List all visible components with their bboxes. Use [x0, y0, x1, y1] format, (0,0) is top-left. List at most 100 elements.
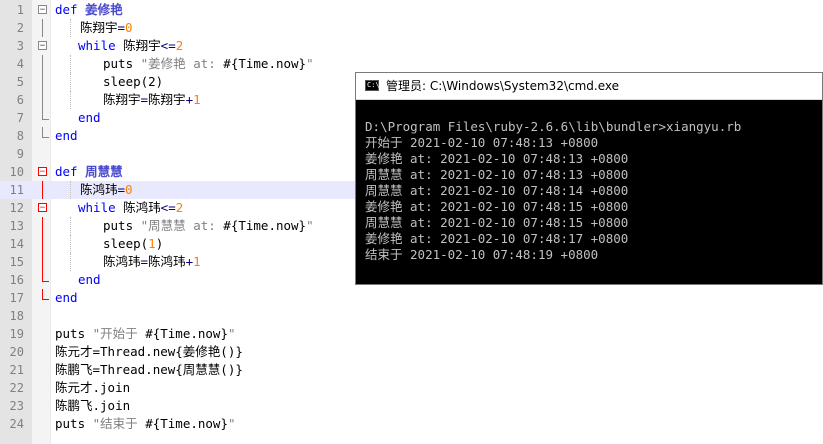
code-token: #{Time.now} [145, 326, 228, 341]
fold-end-marker [42, 109, 49, 120]
fold-end-marker [42, 271, 49, 282]
fold-end-marker [42, 289, 49, 300]
code-line[interactable]: 21 陈鹏飞=Thread.new{周慧慧()} [0, 361, 823, 379]
cmd-output-line: 周慧慧 at: 2021-02-10 07:48:15 +0800 [365, 215, 629, 230]
indent-guide [70, 19, 71, 37]
fold-toggle-icon[interactable]: − [38, 203, 47, 213]
cmd-output-line: 姜修艳 at: 2021-02-10 07:48:17 +0800 [365, 231, 629, 246]
line-number: 6 [16, 93, 24, 107]
fold-guide-line [42, 91, 43, 109]
code-line[interactable]: 22 陈元才.join [0, 379, 823, 397]
code-text: puts "开始于 #{Time.now}" [55, 325, 236, 343]
fold-end-marker [42, 127, 49, 138]
code-token: "周慧慧 at: [140, 218, 224, 233]
code-token: " [228, 326, 236, 341]
fold-guide-line [42, 217, 43, 235]
code-text: 陈鸿玮=陈鸿玮+1 [103, 253, 201, 271]
code-token: " [306, 218, 314, 233]
code-text: 陈鹏飞=Thread.new{周慧慧()} [55, 361, 243, 379]
fold-guide-line [42, 19, 43, 37]
code-line[interactable]: 4 puts "姜修艳 at: #{Time.now}" [0, 55, 823, 73]
line-number: 14 [9, 237, 24, 251]
code-token: = [117, 20, 126, 35]
code-token: "开始于 [92, 326, 146, 341]
code-text: def 周慧慧 [55, 163, 123, 181]
indent-guide [70, 253, 71, 271]
code-text: while 陈鸿玮<=2 [78, 199, 183, 217]
code-line[interactable]: 23 陈鹏飞.join [0, 397, 823, 415]
line-number: 9 [16, 147, 24, 161]
code-token: = [140, 254, 149, 269]
fold-guide-line [42, 235, 43, 253]
code-token: 1 [148, 236, 156, 251]
fold-toggle-icon[interactable]: − [38, 5, 47, 15]
code-text: 陈翔宇=陈翔宇+1 [103, 91, 201, 109]
code-token: puts [103, 218, 141, 233]
cmd-output-line: 周慧慧 at: 2021-02-10 07:48:13 +0800 [365, 167, 629, 182]
code-line[interactable]: 17 end [0, 289, 823, 307]
cmd-output-line: 姜修艳 at: 2021-02-10 07:48:13 +0800 [365, 151, 629, 166]
line-number: 11 [9, 183, 24, 197]
fold-toggle-icon[interactable]: − [38, 41, 47, 51]
code-text: 陈鹏飞.join [55, 397, 130, 415]
code-line[interactable]: 19 puts "开始于 #{Time.now}" [0, 325, 823, 343]
cmd-output[interactable]: D:\Program Files\ruby-2.6.6\lib\bundler>… [365, 103, 741, 263]
code-line[interactable]: 2 陈翔宇=0 [0, 19, 823, 37]
code-token: 周慧慧 [85, 164, 123, 179]
code-line[interactable]: 1 − def 姜修艳 [0, 1, 823, 19]
code-token: while [78, 38, 124, 53]
fold-guide-line [42, 55, 43, 73]
code-token: 陈翔宇 [103, 92, 141, 107]
line-number: 17 [9, 291, 24, 305]
code-text: sleep(2) [103, 73, 163, 91]
cmd-window[interactable]: C:\ 管理员: C:\Windows\System32\cmd.exe D:\… [355, 72, 823, 285]
code-line[interactable]: 3 − while 陈翔宇<=2 [0, 37, 823, 55]
line-number: 18 [9, 309, 24, 323]
cmd-icon: C:\ [365, 80, 380, 91]
cmd-output-line: 周慧慧 at: 2021-02-10 07:48:14 +0800 [365, 183, 629, 198]
code-token: puts [55, 416, 93, 431]
code-token: " [228, 416, 236, 431]
line-number: 7 [16, 111, 24, 125]
code-text: 陈鸿玮=0 [80, 181, 133, 199]
code-token: ) [155, 236, 164, 251]
code-token: = [140, 92, 149, 107]
code-token: puts [103, 56, 141, 71]
code-token: end [55, 128, 78, 143]
code-text: end [78, 271, 101, 289]
line-number: 2 [16, 21, 24, 35]
code-token: while [78, 200, 124, 215]
code-token: 2 [175, 38, 184, 53]
code-token: 陈翔宇 [123, 38, 161, 53]
fold-guide-line [42, 181, 43, 199]
code-token: 姜修艳 [85, 2, 123, 17]
code-line[interactable]: 18 [0, 307, 823, 325]
code-token: 0 [125, 182, 133, 197]
code-line[interactable]: 20 陈元才=Thread.new{姜修艳()} [0, 343, 823, 361]
line-number: 19 [9, 327, 24, 341]
code-token: "结束于 [92, 416, 146, 431]
code-token: #{Time.now} [145, 416, 228, 431]
code-token: 0 [125, 20, 133, 35]
code-token: def [55, 164, 86, 179]
fold-guide-line [42, 73, 43, 91]
fold-toggle-icon[interactable]: − [38, 167, 47, 177]
indent-guide [70, 91, 71, 109]
line-number: 12 [9, 201, 24, 215]
line-number: 22 [9, 381, 24, 395]
line-number: 21 [9, 363, 24, 377]
line-number: 20 [9, 345, 24, 359]
code-text: 陈元才.join [55, 379, 130, 397]
code-token: "姜修艳 at: [140, 56, 224, 71]
code-token: 陈鸿玮 [80, 182, 118, 197]
code-token: 陈鸿玮 [103, 254, 141, 269]
code-text: end [55, 127, 78, 145]
code-token: 陈元才=Thread.new{姜修艳()} [55, 344, 243, 359]
cmd-title-text: 管理员: C:\Windows\System32\cmd.exe [386, 79, 619, 93]
line-number: 15 [9, 255, 24, 269]
cmd-title-bar[interactable]: C:\ 管理员: C:\Windows\System32\cmd.exe [356, 73, 822, 100]
code-line[interactable]: 24 puts "结束于 #{Time.now}" [0, 415, 823, 433]
code-token: 陈翔宇 [80, 20, 118, 35]
code-token: 陈鹏飞.join [55, 398, 131, 413]
code-token: def [55, 2, 86, 17]
